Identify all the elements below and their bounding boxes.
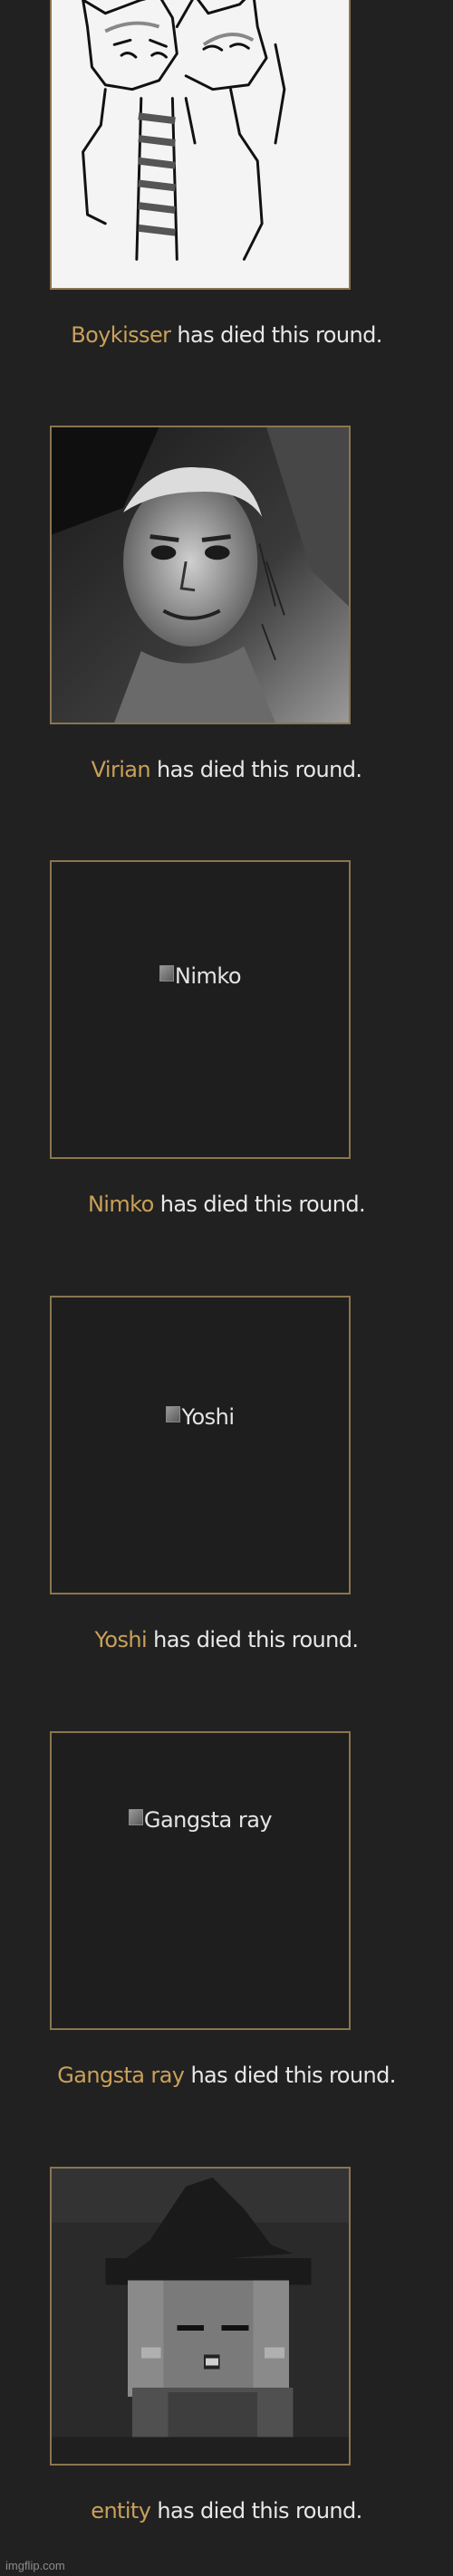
player-name: entity — [91, 2498, 151, 2523]
player-name: Nimko — [87, 1192, 154, 1217]
broken-image-icon — [159, 965, 174, 982]
portrait-frame — [50, 2167, 351, 2466]
cat-drawing-image — [52, 0, 349, 288]
death-message: has died this round. — [153, 1192, 366, 1217]
death-caption: Yoshi has died this round. — [0, 1627, 453, 1652]
image-alt-text: Nimko — [174, 963, 242, 989]
portrait-frame — [50, 0, 351, 290]
death-message: has died this round. — [147, 1627, 359, 1652]
death-caption: Nimko has died this round. — [0, 1192, 453, 1217]
portrait-frame: Nimko — [50, 860, 351, 1159]
death-message: has died this round. — [184, 2063, 396, 2088]
death-message: has died this round. — [170, 322, 382, 348]
broken-image-icon — [166, 1406, 181, 1422]
broken-image-placeholder: Nimko — [52, 963, 349, 989]
broken-image-placeholder: Gangsta ray — [52, 1807, 349, 1833]
broken-image-placeholder: Yoshi — [52, 1404, 349, 1430]
player-name: Gangsta ray — [57, 2063, 185, 2088]
broken-image-icon — [128, 1809, 143, 1825]
death-caption: Gangsta ray has died this round. — [0, 2063, 453, 2088]
portrait-frame — [50, 426, 351, 724]
image-alt-text: Yoshi — [181, 1404, 235, 1430]
watermark: imgflip.com — [5, 2559, 65, 2572]
death-caption: Virian has died this round. — [0, 757, 453, 782]
pixel-character-image — [52, 2169, 349, 2464]
death-message: has died this round. — [150, 2498, 362, 2523]
player-name: Yoshi — [94, 1627, 148, 1652]
portrait-frame: Yoshi — [50, 1296, 351, 1594]
portrait-frame: Gangsta ray — [50, 1731, 351, 2030]
death-message: has died this round. — [150, 757, 362, 782]
player-name: Virian — [91, 757, 151, 782]
player-name: Boykisser — [71, 322, 171, 348]
image-alt-text: Gangsta ray — [143, 1807, 273, 1833]
death-caption: entity has died this round. — [0, 2498, 453, 2523]
death-caption: Boykisser has died this round. — [0, 322, 453, 348]
selfie-photo-image — [52, 427, 349, 723]
